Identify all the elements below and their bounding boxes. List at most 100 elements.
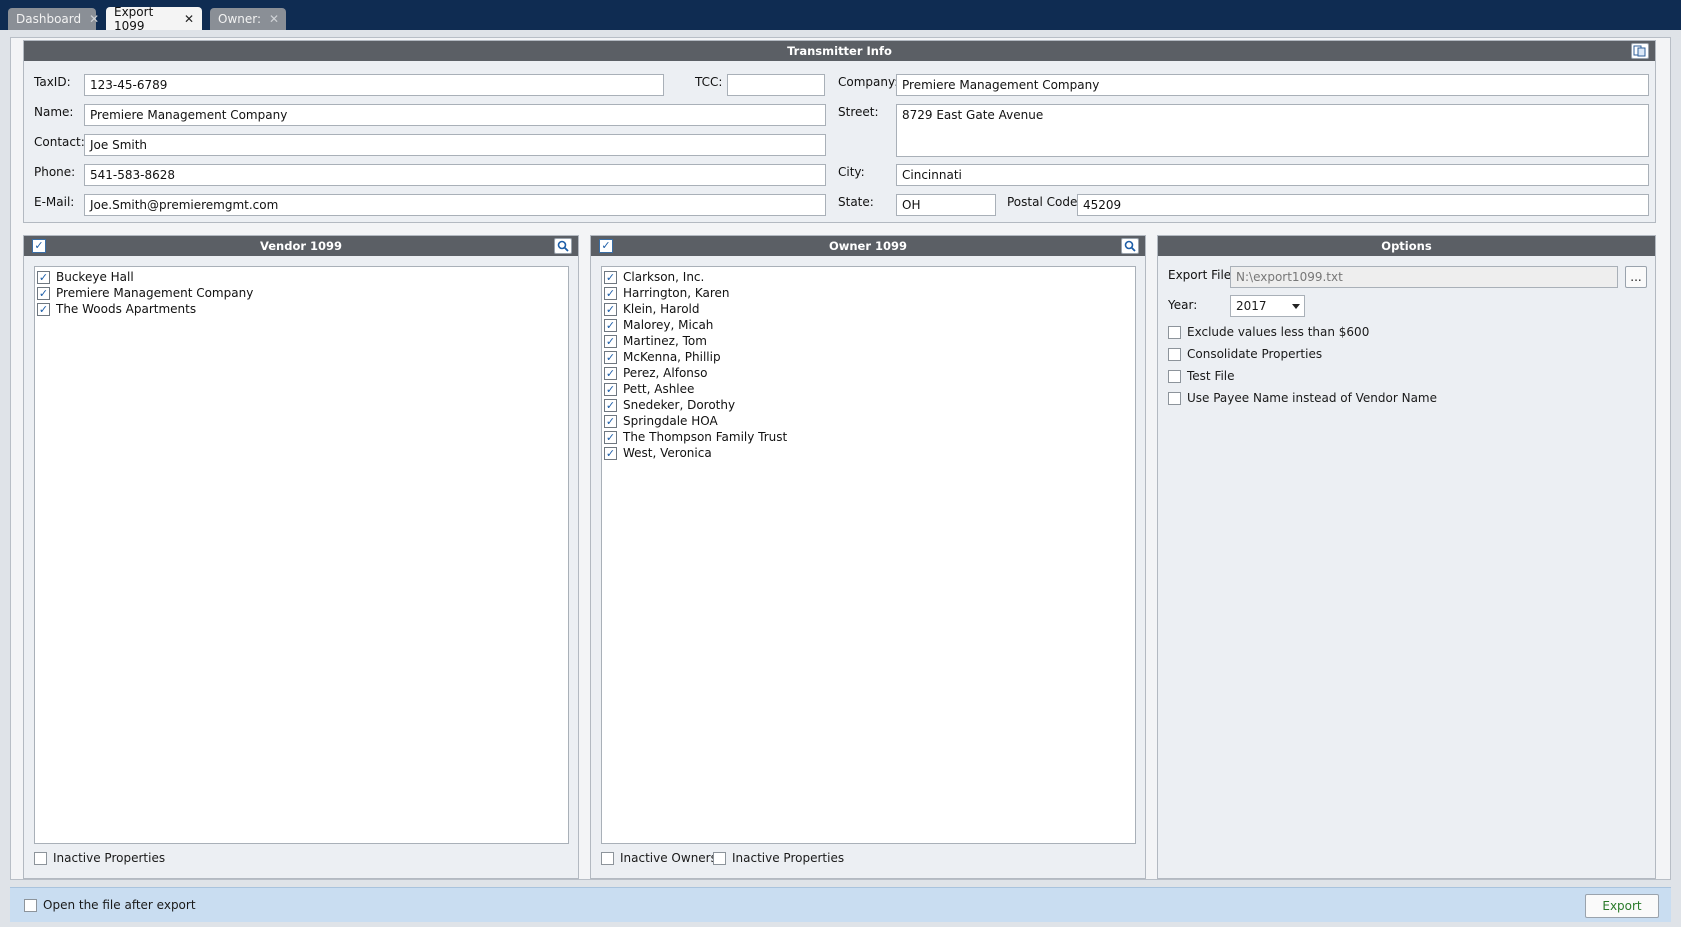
select-all-owners-checkbox[interactable]: ✓	[599, 239, 613, 253]
option-test-file[interactable]: Test File	[1168, 369, 1235, 383]
checkbox[interactable]	[1168, 391, 1181, 405]
list-item[interactable]: ✓ Snedeker, Dorothy	[602, 397, 1135, 413]
list-item[interactable]: ✓ Pett, Ashlee	[602, 381, 1135, 397]
list-item[interactable]: ✓ Springdale HOA	[602, 413, 1135, 429]
export-1099-form: Transmitter Info TaxID: 123-45-6789 TCC:…	[10, 37, 1671, 880]
tcc-label: TCC:	[695, 75, 723, 89]
checkbox[interactable]: ✓	[37, 270, 50, 284]
checkbox[interactable]	[1168, 347, 1181, 361]
close-icon[interactable]: ✕	[184, 12, 194, 26]
option-exclude-under-600[interactable]: Exclude values less than $600	[1168, 325, 1369, 339]
checkbox[interactable]: ✓	[604, 270, 617, 284]
checkbox[interactable]	[24, 898, 37, 912]
panel-header: ✓ Vendor 1099	[24, 236, 578, 256]
copy-icon[interactable]	[1631, 43, 1649, 59]
phone-field[interactable]: 541-583-8628	[84, 164, 826, 186]
owner-name: Harrington, Karen	[623, 286, 730, 300]
panel-header: Transmitter Info	[24, 41, 1655, 61]
tab-export-1099[interactable]: Export 1099 ✕	[106, 4, 202, 33]
checkbox[interactable]: ✓	[604, 286, 617, 300]
email-field[interactable]: Joe.Smith@premieremgmt.com	[84, 194, 826, 216]
email-label: E-Mail:	[34, 195, 75, 209]
year-label: Year:	[1168, 298, 1198, 312]
checkbox[interactable]: ✓	[604, 398, 617, 412]
list-item[interactable]: ✓ Clarkson, Inc.	[602, 269, 1135, 285]
owner-inactive-properties-option[interactable]: Inactive Properties	[713, 851, 844, 865]
city-label: City:	[838, 165, 865, 179]
list-item[interactable]: ✓ Buckeye Hall	[35, 269, 568, 285]
owner-name: Clarkson, Inc.	[623, 270, 705, 284]
list-item[interactable]: ✓ The Thompson Family Trust	[602, 429, 1135, 445]
checkbox[interactable]	[1168, 325, 1181, 339]
option-use-payee-name[interactable]: Use Payee Name instead of Vendor Name	[1168, 391, 1437, 405]
transmitter-info-panel: Transmitter Info TaxID: 123-45-6789 TCC:…	[23, 40, 1656, 223]
list-item[interactable]: ✓ Perez, Alfonso	[602, 365, 1135, 381]
street-field[interactable]: 8729 East Gate Avenue	[896, 104, 1649, 157]
company-field[interactable]: Premiere Management Company	[896, 74, 1649, 96]
vendor-inactive-properties-option[interactable]: Inactive Properties	[34, 851, 165, 865]
list-item[interactable]: ✓ Harrington, Karen	[602, 285, 1135, 301]
checkbox[interactable]	[713, 851, 726, 865]
checkbox[interactable]: ✓	[604, 382, 617, 396]
option-label: Inactive Owners	[620, 851, 717, 865]
panel-title: Owner 1099	[828, 239, 908, 253]
tab-bar: Dashboard ✕ Export 1099 ✕ Owner: ✕	[0, 0, 1681, 33]
state-field[interactable]: OH	[896, 194, 996, 216]
tab-label: Export 1099	[114, 4, 154, 33]
export-file-field[interactable]: N:\export1099.txt	[1230, 266, 1618, 288]
checkbox[interactable]: ✓	[604, 350, 617, 364]
tab-dashboard[interactable]: Dashboard ✕	[8, 8, 99, 30]
postal-code-label: Postal Code:	[1007, 195, 1082, 209]
list-item[interactable]: ✓ Malorey, Micah	[602, 317, 1135, 333]
owner-1099-panel: ✓ Owner 1099 ✓ Clarkson, Inc. ✓ Harrington…	[590, 235, 1146, 879]
search-icon[interactable]	[554, 238, 572, 254]
close-icon[interactable]: ✕	[269, 12, 279, 26]
checkbox[interactable]: ✓	[604, 446, 617, 460]
owner-inactive-owners-option[interactable]: Inactive Owners	[601, 851, 717, 865]
owner-name: Snedeker, Dorothy	[623, 398, 736, 412]
owner-name: Pett, Ashlee	[623, 382, 695, 396]
checkbox[interactable]	[1168, 369, 1181, 383]
owner-name: West, Veronica	[623, 446, 712, 460]
contact-field[interactable]: Joe Smith	[84, 134, 826, 156]
checkbox[interactable]	[601, 851, 614, 865]
option-label: Exclude values less than $600	[1187, 325, 1370, 339]
checkbox[interactable]: ✓	[604, 366, 617, 380]
checkbox[interactable]: ✓	[604, 414, 617, 428]
tcc-field[interactable]	[727, 74, 825, 96]
list-item[interactable]: ✓ McKenna, Phillip	[602, 349, 1135, 365]
name-field[interactable]: Premiere Management Company	[84, 104, 826, 126]
option-label: Inactive Properties	[53, 851, 166, 865]
checkbox[interactable]: ✓	[37, 302, 50, 316]
option-label: Consolidate Properties	[1187, 347, 1323, 361]
close-icon[interactable]: ✕	[89, 12, 99, 26]
checkbox[interactable]: ✓	[604, 318, 617, 332]
postal-code-field[interactable]: 45209	[1077, 194, 1649, 216]
city-field[interactable]: Cincinnati	[896, 164, 1649, 186]
taxid-field[interactable]: 123-45-6789	[84, 74, 664, 96]
checkbox[interactable]: ✓	[604, 430, 617, 444]
tab-owner[interactable]: Owner: ✕	[210, 8, 286, 30]
option-label: Use Payee Name instead of Vendor Name	[1187, 391, 1438, 405]
checkbox[interactable]: ✓	[604, 302, 617, 316]
workspace: Transmitter Info TaxID: 123-45-6789 TCC:…	[0, 30, 1681, 927]
checkbox[interactable]: ✓	[604, 334, 617, 348]
select-all-vendors-checkbox[interactable]: ✓	[32, 239, 46, 253]
list-item[interactable]: ✓ West, Veronica	[602, 445, 1135, 461]
checkbox[interactable]: ✓	[37, 286, 50, 300]
list-item[interactable]: ✓ The Woods Apartments	[35, 301, 568, 317]
vendor-list: ✓ Buckeye Hall ✓ Premiere Management Compa…	[34, 266, 569, 844]
owner-name: McKenna, Phillip	[623, 350, 721, 364]
phone-label: Phone:	[34, 165, 76, 179]
open-after-export-option[interactable]: Open the file after export	[24, 898, 196, 912]
year-select[interactable]: 2017	[1230, 295, 1305, 317]
list-item[interactable]: ✓ Martinez, Tom	[602, 333, 1135, 349]
browse-button[interactable]: ...	[1625, 266, 1647, 288]
list-item[interactable]: ✓ Klein, Harold	[602, 301, 1135, 317]
option-consolidate-properties[interactable]: Consolidate Properties	[1168, 347, 1322, 361]
search-icon[interactable]	[1121, 238, 1139, 254]
list-item[interactable]: ✓ Premiere Management Company	[35, 285, 568, 301]
export-button[interactable]: Export	[1585, 894, 1659, 918]
checkbox[interactable]	[34, 851, 47, 865]
panel-title: Options	[1381, 239, 1432, 253]
